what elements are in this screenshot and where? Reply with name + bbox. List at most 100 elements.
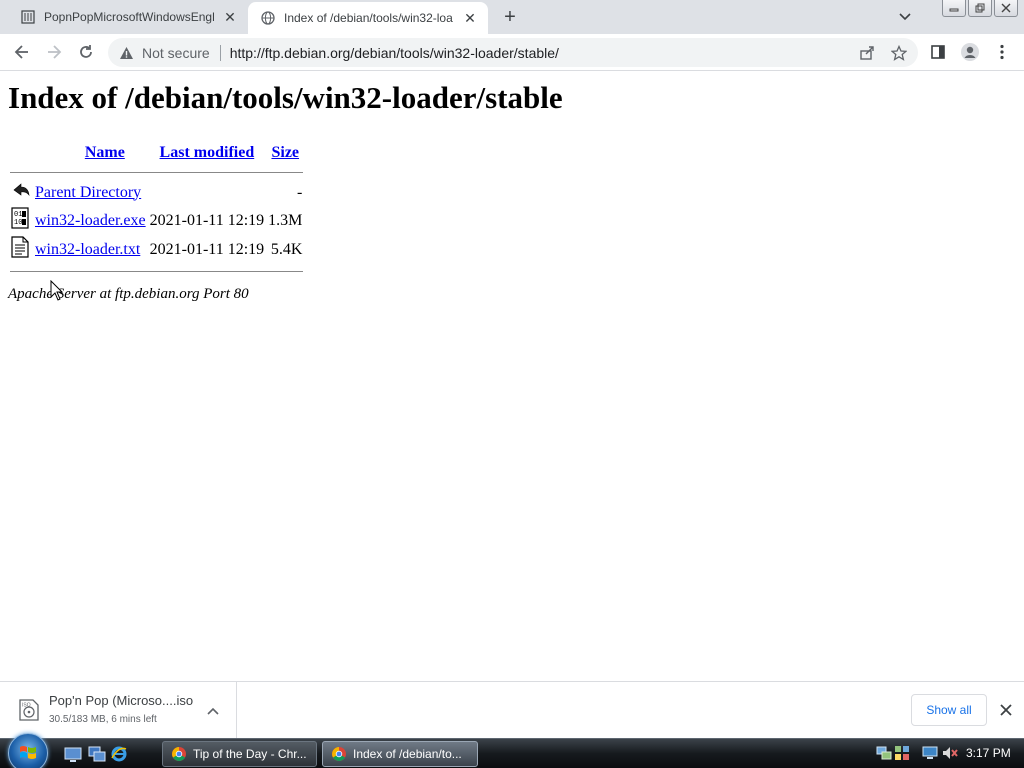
- forward-icon: [48, 45, 62, 59]
- separator-row: [10, 265, 304, 277]
- omnibox-divider: [219, 44, 221, 61]
- taskbar-clock[interactable]: 3:17 PM: [966, 746, 1011, 760]
- network-icon[interactable]: [876, 745, 892, 761]
- system-tray: 3:17 PM: [870, 739, 1024, 768]
- page-content: Index of /debian/tools/win32-loader/stab…: [0, 72, 1024, 681]
- close-icon[interactable]: ✕: [220, 7, 240, 27]
- file-link-exe[interactable]: win32-loader.exe: [35, 212, 146, 229]
- download-item[interactable]: ISO Pop'n Pop (Microso....iso 30.5/183 M…: [0, 682, 237, 738]
- minimize-button[interactable]: [942, 0, 966, 17]
- file-name-cell: win32-loader.exe: [34, 207, 147, 234]
- mouse-cursor-icon: [50, 280, 64, 301]
- size-cell: -: [297, 183, 303, 201]
- divider: [10, 270, 304, 272]
- chevron-down-icon[interactable]: [894, 7, 916, 27]
- internet-explorer-icon[interactable]: [110, 745, 128, 763]
- browser-toolbar: Not secure http://ftp.debian.org/debian/…: [0, 34, 1024, 71]
- close-icon: [1000, 704, 1012, 716]
- volume-muted-icon[interactable]: [942, 745, 958, 761]
- modified-column-header: Last modified: [149, 142, 266, 164]
- page-title: Index of /debian/tools/win32-loader/stab…: [8, 80, 563, 115]
- close-icon[interactable]: ✕: [460, 8, 480, 28]
- table-row: win32-loader.txt 2021-01-11 12:19 5.4K: [10, 236, 303, 263]
- tab-index-debian[interactable]: Index of /debian/tools/win32-loa ✕: [248, 2, 488, 34]
- svg-text:10: 10: [14, 219, 22, 227]
- bookmark-star-icon[interactable]: [888, 42, 910, 64]
- file-link-txt[interactable]: win32-loader.txt: [35, 241, 140, 258]
- action-center-icon[interactable]: [894, 745, 910, 761]
- taskbar-window-tip-of-the-day[interactable]: Tip of the Day - Chr...: [162, 741, 317, 767]
- reload-icon: [80, 45, 92, 58]
- reload-button[interactable]: [74, 40, 98, 64]
- table-row: Parent Directory -: [10, 180, 303, 205]
- windows-logo-icon: [20, 746, 36, 759]
- row-icon-cell: [10, 236, 32, 263]
- svg-text:ISO: ISO: [22, 703, 31, 709]
- binary-file-icon: 0110: [11, 207, 29, 229]
- tab-popnpop[interactable]: PopnPopMicrosoftWindowsEngli ✕: [8, 0, 248, 34]
- modified-cell: [149, 180, 266, 205]
- icon-column-header: [10, 142, 32, 164]
- back-arrow-icon: [13, 183, 30, 197]
- warning-icon[interactable]: [118, 45, 134, 61]
- archive-icon: [20, 9, 36, 25]
- monitor-icon[interactable]: [922, 745, 938, 761]
- side-panel-button[interactable]: [926, 40, 950, 64]
- download-file-name: Pop'n Pop (Microso....iso: [49, 693, 194, 708]
- taskbar-window-title: Index of /debian/to...: [353, 747, 462, 761]
- windows-taskbar: Tip of the Day - Chr... Index of /debian…: [0, 733, 1024, 768]
- file-name-cell: win32-loader.txt: [34, 236, 147, 263]
- side-panel-icon: [931, 45, 945, 59]
- profile-button[interactable]: [958, 40, 982, 64]
- table-row: 01 10 win32-loader.exe 2021-01-11 12:19 1…: [10, 207, 303, 234]
- restore-button[interactable]: [968, 0, 992, 17]
- listing-header: Name Last modified Size: [10, 142, 303, 164]
- back-icon: [14, 45, 28, 59]
- directory-listing: Name Last modified Size Parent Directory…: [8, 140, 305, 279]
- new-tab-button[interactable]: +: [498, 5, 522, 29]
- size-cell: 5.4K: [270, 240, 303, 258]
- close-window-button[interactable]: [994, 0, 1018, 17]
- globe-icon: [260, 10, 276, 26]
- address-bar[interactable]: Not secure http://ftp.debian.org/debian/…: [108, 38, 918, 67]
- start-button[interactable]: [8, 733, 48, 768]
- sort-by-size-link[interactable]: Size: [271, 144, 299, 161]
- switch-windows-icon[interactable]: [88, 745, 106, 763]
- modified-cell: 2021-01-11 12:19: [149, 240, 265, 258]
- url-text[interactable]: http://ftp.debian.org/debian/tools/win32…: [230, 45, 559, 61]
- window-controls: [942, 0, 1018, 17]
- svg-text:01: 01: [14, 211, 22, 219]
- taskbar-window-index-debian[interactable]: Index of /debian/to...: [322, 741, 478, 767]
- chrome-icon: [172, 747, 186, 761]
- sort-by-modified-link[interactable]: Last modified: [160, 144, 255, 161]
- chevron-up-icon[interactable]: [204, 702, 222, 720]
- server-signature: Apache Server at ftp.debian.org Port 80: [8, 286, 249, 302]
- taskbar-window-title: Tip of the Day - Chr...: [193, 747, 307, 761]
- chrome-icon: [332, 747, 346, 761]
- iso-file-icon: ISO: [19, 699, 39, 721]
- file-name-cell: Parent Directory: [34, 180, 147, 205]
- share-icon[interactable]: [856, 42, 878, 64]
- parent-directory-link[interactable]: Parent Directory: [35, 184, 141, 201]
- show-desktop-icon[interactable]: [64, 745, 82, 763]
- forward-button[interactable]: [42, 40, 66, 64]
- download-status: 30.5/183 MB, 6 mins left: [49, 714, 157, 725]
- close-shelf-button[interactable]: [996, 700, 1016, 720]
- divider: [10, 171, 304, 173]
- modified-cell: 2021-01-11 12:19: [149, 211, 265, 229]
- tab-strip: PopnPopMicrosoftWindowsEngli ✕ Index of …: [0, 0, 1024, 34]
- kebab-menu-icon: [1000, 44, 1004, 60]
- size-column-header: Size: [267, 142, 303, 164]
- menu-button[interactable]: [990, 40, 1014, 64]
- separator-row: [10, 166, 304, 178]
- back-button[interactable]: [10, 40, 34, 64]
- sort-by-name-link[interactable]: Name: [85, 144, 125, 161]
- show-all-button[interactable]: Show all: [911, 694, 987, 726]
- text-file-icon: [11, 236, 29, 258]
- security-label[interactable]: Not secure: [142, 45, 210, 61]
- tab-title: Index of /debian/tools/win32-loa: [284, 11, 453, 25]
- size-cell: 1.3M: [268, 211, 303, 229]
- tab-title: PopnPopMicrosoftWindowsEngli: [44, 10, 214, 24]
- download-shelf: ISO Pop'n Pop (Microso....iso 30.5/183 M…: [0, 681, 1024, 738]
- row-icon-cell: 01 10: [10, 207, 32, 234]
